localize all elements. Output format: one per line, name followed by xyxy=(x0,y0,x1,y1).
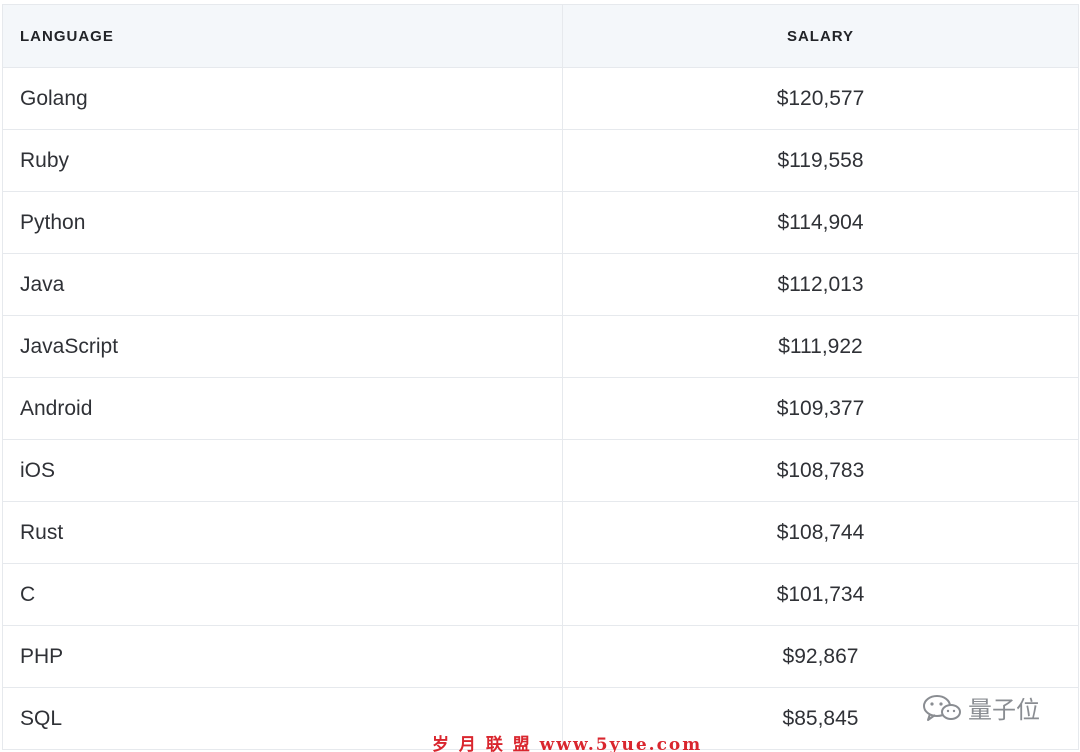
salary-cell: $114,904 xyxy=(562,191,1079,254)
language-cell: C xyxy=(2,563,563,626)
language-cell: JavaScript xyxy=(2,315,563,378)
language-cell: iOS xyxy=(2,439,563,502)
language-cell: Python xyxy=(2,191,563,254)
salary-table: LANGUAGE SALARY Golang $120,577 Ruby $11… xyxy=(2,4,1079,750)
salary-cell: $92,867 xyxy=(562,625,1079,688)
wechat-watermark: 量子位 xyxy=(918,688,1044,727)
wechat-icon xyxy=(922,693,962,723)
page: LANGUAGE SALARY Golang $120,577 Ruby $11… xyxy=(0,0,1080,752)
salary-cell: $111,922 xyxy=(562,315,1079,378)
site-watermark: 岁 月 联 盟 www.5yue.com xyxy=(432,735,703,752)
salary-cell: $108,783 xyxy=(562,439,1079,502)
table-row: PHP $92,867 xyxy=(2,625,1079,688)
salary-column-header: SALARY xyxy=(562,4,1079,68)
header-row: LANGUAGE SALARY xyxy=(2,4,1079,68)
language-cell: Android xyxy=(2,377,563,440)
language-cell: Java xyxy=(2,253,563,316)
salary-cell: $101,734 xyxy=(562,563,1079,626)
wechat-account-name: 量子位 xyxy=(968,697,1040,724)
salary-cell: $120,577 xyxy=(562,67,1079,130)
language-cell: Rust xyxy=(2,501,563,564)
language-cell: Golang xyxy=(2,67,563,130)
table-row: iOS $108,783 xyxy=(2,439,1079,502)
table-row: Python $114,904 xyxy=(2,191,1079,254)
salary-cell: $108,744 xyxy=(562,501,1079,564)
table-row: Android $109,377 xyxy=(2,377,1079,440)
table-row: Ruby $119,558 xyxy=(2,129,1079,192)
table-row: Golang $120,577 xyxy=(2,67,1079,130)
table-row: JavaScript $111,922 xyxy=(2,315,1079,378)
language-column-header: LANGUAGE xyxy=(2,4,563,68)
salary-cell: $119,558 xyxy=(562,129,1079,192)
table-row: C $101,734 xyxy=(2,563,1079,626)
salary-cell: $109,377 xyxy=(562,377,1079,440)
language-cell: Ruby xyxy=(2,129,563,192)
salary-cell: $112,013 xyxy=(562,253,1079,316)
language-cell: PHP xyxy=(2,625,563,688)
table-header: LANGUAGE SALARY xyxy=(2,4,1079,68)
table-row: Rust $108,744 xyxy=(2,501,1079,564)
table-body: Golang $120,577 Ruby $119,558 Python $11… xyxy=(2,67,1079,750)
table-row: Java $112,013 xyxy=(2,253,1079,316)
